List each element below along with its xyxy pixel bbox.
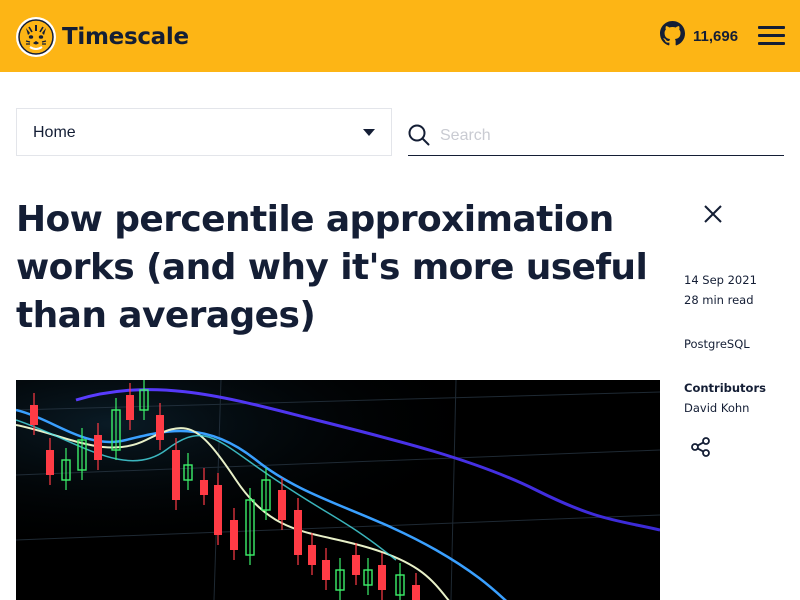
select-value: Home: [33, 124, 76, 141]
github-icon: [660, 21, 685, 51]
github-stars-link[interactable]: 11,696: [660, 21, 738, 51]
candle-body: [352, 555, 360, 575]
search-input[interactable]: [440, 124, 770, 148]
candle-body: [412, 585, 420, 600]
candle-body: [294, 510, 302, 555]
timescale-logo[interactable]: Timescale: [16, 17, 189, 57]
candle-body: [278, 490, 286, 520]
hamburger-menu-icon[interactable]: [758, 24, 786, 48]
github-star-count: 11,696: [693, 27, 739, 45]
candle-body: [46, 450, 54, 475]
article-date: 14 Sep 2021: [684, 273, 757, 287]
candle-body: [156, 415, 164, 440]
chevron-down-icon: [363, 129, 375, 136]
contributor-name[interactable]: David Kohn: [684, 401, 749, 415]
candle-body: [200, 480, 208, 495]
search-bar: [408, 112, 784, 156]
article-title: How percentile approximation works (and …: [16, 199, 648, 336]
search-icon[interactable]: [408, 124, 430, 151]
article-tag[interactable]: PostgreSQL: [684, 337, 750, 351]
top-navigation-bar: Timescale 11,696: [0, 0, 800, 72]
article-hero-image: [16, 380, 660, 600]
candle-body: [30, 405, 38, 425]
brand-name: Timescale: [62, 24, 189, 50]
candle-body: [126, 395, 134, 420]
candle-body: [230, 520, 238, 550]
contributors-label: Contributors: [684, 381, 766, 395]
share-icon[interactable]: [690, 436, 712, 458]
candle-body: [308, 545, 316, 565]
candle-body: [378, 565, 386, 590]
candle-body: [214, 485, 222, 535]
close-icon[interactable]: [701, 202, 725, 226]
section-select[interactable]: Home: [16, 108, 392, 156]
tiger-logo-icon: [16, 17, 56, 57]
candle-body: [172, 450, 180, 500]
candle-body: [322, 560, 330, 580]
article-read-time: 28 min read: [684, 293, 754, 307]
candle-body: [94, 435, 102, 460]
